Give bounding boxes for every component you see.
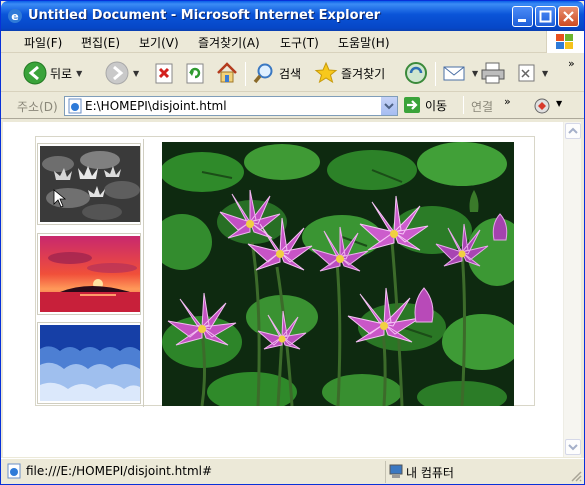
thumbnail-image [40, 325, 140, 401]
edit-dropdown-icon[interactable]: ▼ [542, 69, 548, 78]
thumbnail-blue-frost[interactable] [37, 322, 141, 404]
windows-flag-logo [546, 31, 584, 53]
thumbnail-grayscale-lilies[interactable] [37, 143, 141, 225]
go-button[interactable]: 이동 [403, 96, 447, 114]
address-label: 주소(D) [17, 100, 58, 114]
main-image-water-lilies[interactable] [162, 142, 514, 406]
search-label: 검색 [279, 66, 302, 81]
links-chevron-icon[interactable]: » [504, 95, 511, 108]
menu-favorites[interactable]: 즐겨찾기(A) [198, 34, 260, 51]
star-icon [314, 61, 338, 84]
go-arrow-icon [404, 97, 420, 113]
maximize-icon [539, 10, 552, 23]
scroll-up-button[interactable] [565, 123, 581, 139]
norton-icon[interactable] [533, 97, 553, 115]
refresh-icon [186, 63, 204, 84]
printer-icon [481, 62, 505, 84]
resize-grip-icon[interactable] [570, 470, 582, 482]
go-label: 이동 [425, 98, 448, 113]
title-bar[interactable]: e Untitled Document - Microsoft Internet… [1, 1, 584, 31]
address-separator [463, 96, 464, 114]
home-icon [217, 62, 237, 83]
window-title: Untitled Document - Microsoft Internet E… [28, 8, 381, 23]
back-button[interactable]: 뒤로 ▼ [23, 60, 82, 86]
address-dropdown-button[interactable] [380, 97, 397, 115]
status-bar: file:///E:/HOMEPI/disjoint.html# 내 컴퓨터 [1, 458, 584, 484]
norton-dropdown-icon[interactable]: ▼ [556, 99, 562, 108]
favorites-label: 즐겨찾기 [341, 66, 386, 81]
thumbnail-image [40, 146, 140, 222]
standard-toolbar: 뒤로 ▼ ▼ 검색 즐겨찾기 ▼ ▼ » [1, 54, 584, 92]
thumbnail-image [40, 236, 140, 312]
forward-arrow-icon [105, 61, 129, 85]
vertical-scrollbar[interactable] [563, 122, 581, 457]
back-dropdown-icon[interactable]: ▼ [76, 69, 82, 78]
menu-tools[interactable]: 도구(T) [280, 34, 319, 51]
security-zone: 내 컴퓨터 [385, 461, 581, 483]
stop-button[interactable] [153, 60, 175, 86]
favorites-button[interactable]: 즐겨찾기 [314, 60, 385, 86]
minimize-button[interactable] [512, 6, 533, 27]
minimize-icon [518, 19, 526, 22]
ie-logo-icon: e [8, 9, 22, 23]
back-label: 뒤로 [50, 66, 73, 81]
refresh-button[interactable] [184, 60, 206, 86]
close-icon [563, 11, 574, 22]
menu-view[interactable]: 보기(V) [139, 34, 179, 51]
column-divider [143, 139, 144, 407]
print-button[interactable] [480, 60, 506, 86]
mail-button[interactable]: ▼ [442, 60, 478, 86]
stop-icon [155, 63, 173, 84]
menu-help[interactable]: 도움말(H) [338, 34, 390, 51]
browser-window: e Untitled Document - Microsoft Internet… [0, 0, 585, 485]
page-icon [68, 98, 82, 114]
page-status-icon [7, 463, 21, 479]
windows-flag-icon [556, 34, 573, 49]
address-input[interactable]: E:\HOMEPI\disjoint.html [64, 96, 398, 116]
svg-text:e: e [11, 10, 18, 23]
edit-document-icon [518, 64, 535, 82]
thumbnail-sunset[interactable] [37, 233, 141, 315]
toolbar-separator [245, 62, 246, 86]
forward-dropdown-icon[interactable]: ▼ [133, 69, 139, 78]
my-computer-icon [389, 464, 403, 478]
media-icon [405, 62, 427, 84]
forward-button[interactable]: ▼ [105, 60, 139, 86]
links-label[interactable]: 연결 [471, 98, 493, 115]
scroll-down-button[interactable] [565, 439, 581, 455]
chevron-down-icon [384, 103, 394, 110]
chevron-up-icon [568, 127, 578, 134]
toolbar-separator [435, 62, 436, 86]
mail-dropdown-icon[interactable]: ▼ [472, 69, 478, 78]
menu-edit[interactable]: 편집(E) [81, 34, 120, 51]
home-button[interactable] [215, 60, 239, 86]
address-url: E:\HOMEPI\disjoint.html [85, 99, 227, 113]
address-bar: 주소(D) E:\HOMEPI\disjoint.html 이동 연결 » ▼ [1, 93, 584, 119]
menu-bar: 파일(F) 편집(E) 보기(V) 즐겨찾기(A) 도구(T) 도움말(H) [1, 31, 584, 53]
search-icon [253, 63, 273, 84]
media-button[interactable] [404, 60, 428, 86]
toolbar-chevron-icon[interactable]: » [568, 57, 575, 70]
chevron-down-icon [568, 444, 578, 451]
zone-label: 내 컴퓨터 [406, 466, 454, 480]
status-text: file:///E:/HOMEPI/disjoint.html# [26, 464, 213, 478]
mail-icon [443, 66, 465, 81]
close-button[interactable] [558, 6, 579, 27]
search-button[interactable]: 검색 [252, 60, 301, 86]
edit-button[interactable]: ▼ [516, 60, 548, 86]
maximize-button[interactable] [535, 6, 556, 27]
menu-file[interactable]: 파일(F) [24, 34, 62, 51]
back-arrow-icon [23, 61, 47, 85]
